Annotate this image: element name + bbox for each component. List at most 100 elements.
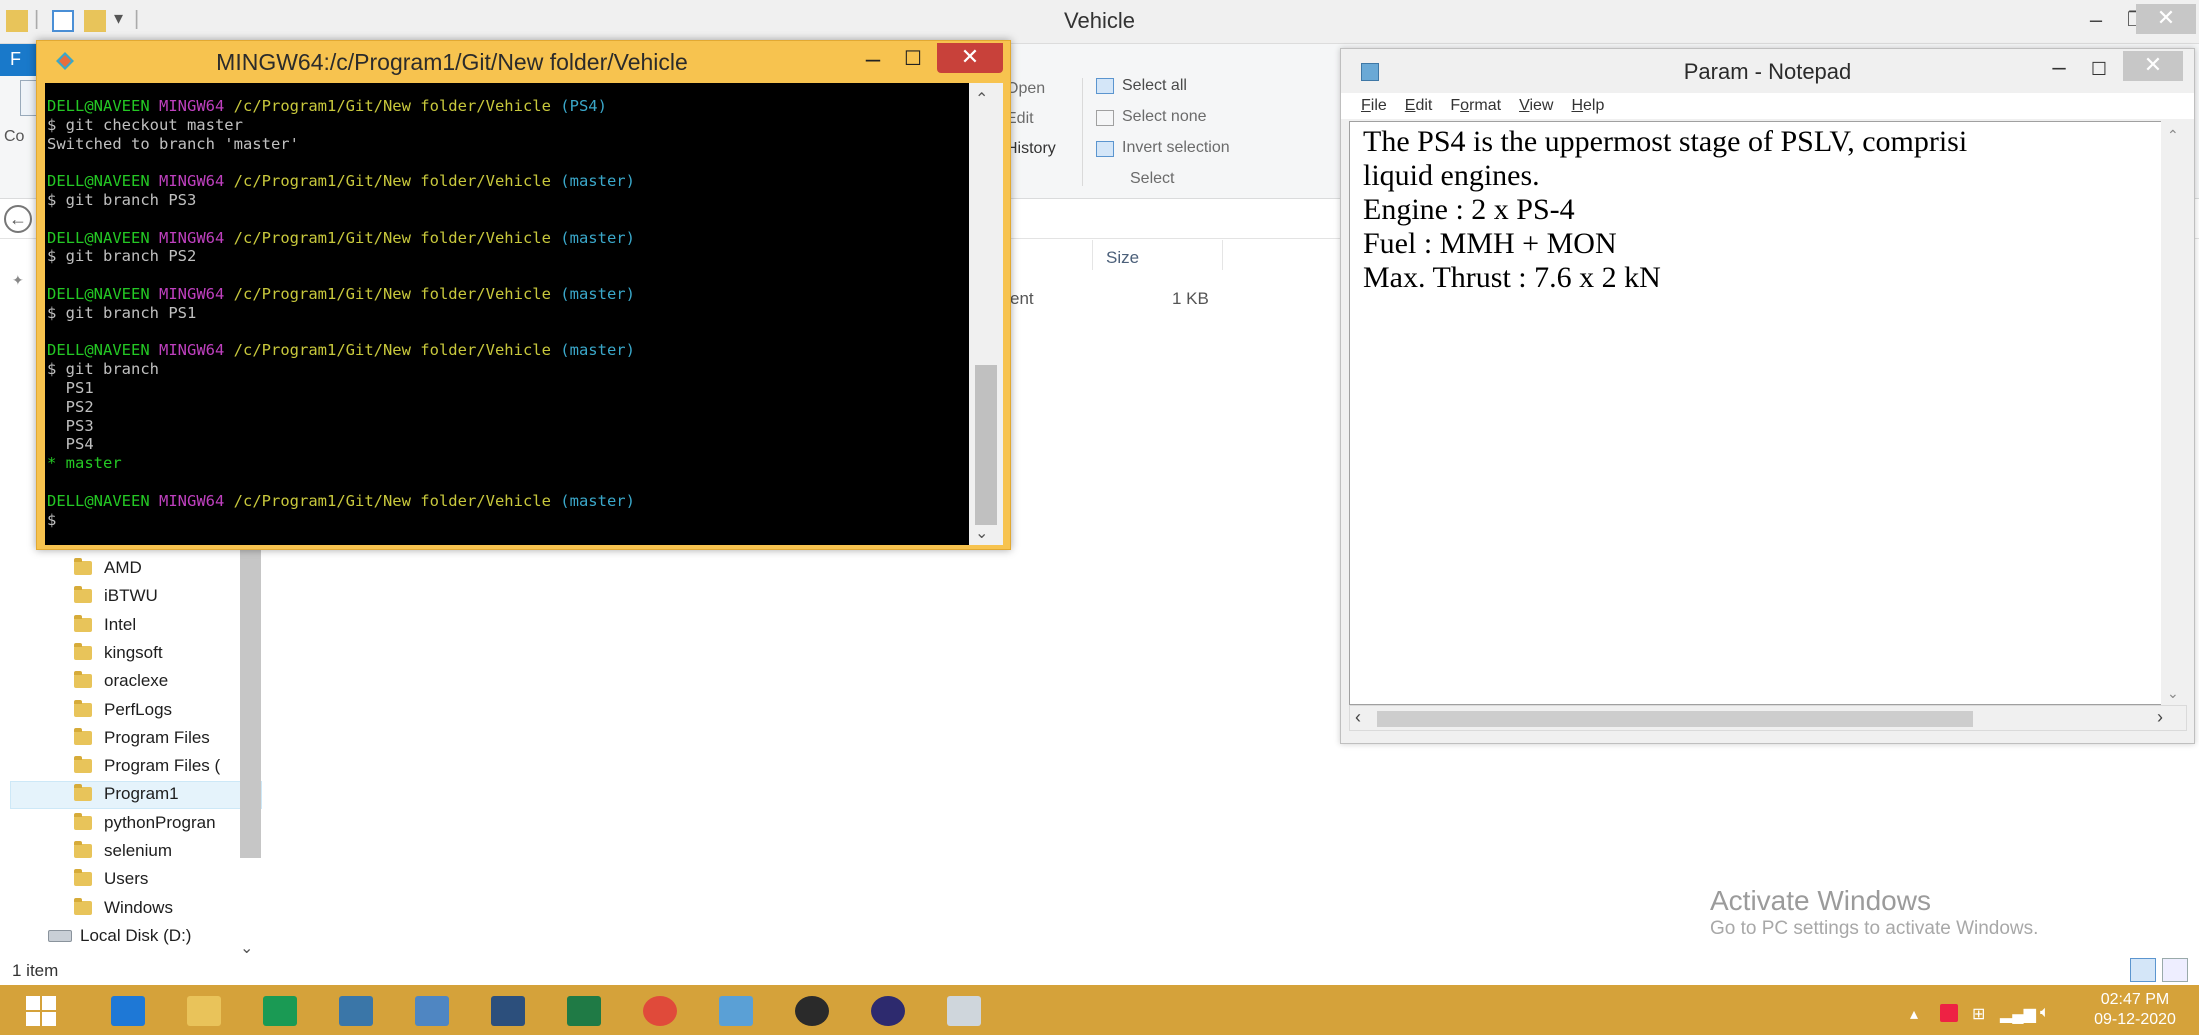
notepad-vertical-scrollbar[interactable] — [2161, 121, 2187, 705]
prompt-branch: (master) — [560, 491, 635, 510]
notepad-minimize-button[interactable]: – — [2039, 55, 2079, 85]
nav-item[interactable]: iBTWU — [74, 582, 158, 610]
network-icon[interactable]: ⊞ — [1972, 1004, 1985, 1024]
volume-icon[interactable]: 🔈︎ — [2040, 1004, 2050, 1022]
select-all-button[interactable]: Select all — [1122, 77, 1187, 95]
taskbar-app-button[interactable] — [554, 990, 614, 1032]
nav-item-label: Local Disk (D:) — [80, 926, 192, 945]
notepad-maximize-button[interactable]: ☐ — [2079, 55, 2119, 85]
nav-item[interactable]: Program1 — [74, 780, 179, 808]
terminal-line: DELL@NAVEEN MINGW64 /c/Program1/Git/New … — [47, 341, 967, 360]
nav-item[interactable]: Windows — [74, 894, 173, 922]
taskbar-app-button[interactable] — [630, 990, 690, 1032]
terminal-line: Switched to branch 'master' — [47, 135, 967, 154]
taskbar-app-button[interactable] — [934, 990, 994, 1032]
nav-item-label: Program Files — [104, 727, 210, 747]
nav-item[interactable]: kingsoft — [74, 639, 163, 667]
invert-selection-icon — [1096, 141, 1114, 157]
details-view-icon[interactable] — [2130, 958, 2156, 982]
nav-item[interactable]: selenium — [74, 837, 172, 865]
tiles-view-icon[interactable] — [2162, 958, 2188, 982]
prompt-path: /c/Program1/Git/New folder/Vehicle — [233, 341, 551, 360]
back-arrow-icon[interactable]: ← — [4, 205, 32, 233]
nav-item[interactable]: AMD — [74, 554, 142, 582]
notepad-close-button[interactable]: ✕ — [2123, 51, 2183, 81]
menu-format[interactable]: Format — [1450, 97, 1501, 115]
nav-item-label: Windows — [104, 897, 173, 917]
explorer-minimize-button[interactable]: – — [2076, 4, 2116, 40]
start-button[interactable] — [6, 990, 76, 1032]
taskbar-app-button[interactable] — [250, 990, 310, 1032]
taskbar-app-button[interactable] — [174, 990, 234, 1032]
prompt-mingw: MINGW64 — [159, 341, 225, 360]
select-all-icon — [1096, 78, 1114, 94]
notepad-horizontal-scrollbar-thumb[interactable] — [1377, 711, 1973, 727]
signal-strength-icon[interactable]: ▂▄▆ — [2000, 1004, 2036, 1024]
column-header-size[interactable]: Size — [1106, 248, 1139, 268]
taskbar-app-button[interactable] — [478, 990, 538, 1032]
history-button[interactable]: History — [1006, 140, 1056, 158]
file-size-cell[interactable]: 1 KB — [1172, 289, 1209, 309]
nav-item[interactable]: Intel — [74, 611, 136, 639]
chevron-up-icon[interactable]: ▴ — [1910, 1004, 1918, 1024]
menu-edit[interactable]: Edit — [1405, 97, 1433, 115]
bash-minimize-button[interactable]: – — [853, 45, 893, 75]
nav-item-label: Users — [104, 869, 149, 889]
terminal-line: DELL@NAVEEN MINGW64 /c/Program1/Git/New … — [47, 285, 967, 304]
chevron-down-icon[interactable]: ⌄ — [240, 938, 253, 958]
chevron-up-icon[interactable]: ⌃ — [2167, 127, 2179, 144]
clock[interactable]: 02:47 PM 09-12-2020 — [2080, 990, 2190, 1030]
menu-file[interactable]: File — [1361, 97, 1387, 115]
nav-item[interactable]: Users — [74, 865, 148, 893]
folder-icon — [74, 756, 92, 774]
nav-item[interactable]: Program Files — [74, 724, 210, 752]
open-button[interactable]: Open — [1006, 80, 1045, 98]
taskbar-app-button[interactable] — [402, 990, 462, 1032]
nav-item[interactable]: Program Files ( — [74, 752, 220, 780]
taskbar-app-button[interactable] — [858, 990, 918, 1032]
bash-close-button[interactable]: ✕ — [937, 43, 1003, 73]
copy-label[interactable]: Co — [4, 128, 24, 146]
explorer-close-button[interactable]: ✕ — [2136, 4, 2196, 34]
git-bash-title-bar[interactable]: MINGW64:/c/Program1/Git/New folder/Vehic… — [37, 41, 1010, 81]
prompt-user: DELL@NAVEEN — [47, 97, 150, 115]
terminal-output-line: PS2 — [47, 397, 94, 416]
security-warning-icon[interactable] — [1940, 1004, 1958, 1022]
terminal-line: $ — [47, 511, 967, 530]
folder-icon — [74, 558, 92, 575]
nav-pane-scrollbar[interactable] — [240, 540, 261, 858]
chevron-right-icon[interactable]: › — [2157, 707, 2163, 728]
bash-maximize-button[interactable]: ☐ — [893, 45, 933, 75]
select-none-button[interactable]: Select none — [1122, 108, 1207, 126]
nav-item-local-disk-d[interactable]: Local Disk (D:) — [48, 922, 191, 950]
nav-item-label: Program1 — [104, 784, 179, 804]
terminal-line: DELL@NAVEEN MINGW64 /c/Program1/Git/New … — [47, 97, 967, 116]
menu-help[interactable]: Help — [1571, 97, 1604, 115]
menu-view[interactable]: View — [1519, 97, 1553, 115]
notepad-line: Max. Thrust : 7.6 x 2 kN — [1363, 261, 1661, 294]
taskbar-app-button[interactable] — [782, 990, 842, 1032]
view-toggle-icons[interactable] — [2130, 958, 2190, 982]
file-type-cell[interactable]: ent — [1010, 289, 1034, 309]
notepad-line: The PS4 is the uppermost stage of PSLV, … — [1363, 125, 1968, 158]
sql-plus-icon — [491, 996, 525, 1026]
invert-selection-button[interactable]: Invert selection — [1122, 139, 1230, 157]
prompt-mingw: MINGW64 — [159, 284, 225, 303]
terminal-scrollbar-thumb[interactable] — [975, 365, 997, 525]
taskbar-app-button[interactable] — [326, 990, 386, 1032]
chevron-left-icon[interactable]: ‹ — [1355, 707, 1361, 728]
windows-logo-icon — [25, 995, 57, 1027]
chevron-down-icon[interactable]: ⌄ — [975, 523, 988, 543]
nav-item[interactable]: PerfLogs — [74, 696, 172, 724]
notepad-title-bar[interactable]: Param - Notepad – ☐ ✕ — [1341, 49, 2194, 91]
notepad-content: The PS4 is the uppermost stage of PSLV, … — [1363, 125, 2153, 295]
nav-item[interactable]: pythonProgran — [74, 809, 216, 837]
notepad-line: Engine : 2 x PS-4 — [1363, 193, 1575, 226]
nav-item-label: pythonProgran — [104, 812, 216, 832]
nav-item[interactable]: oraclexe — [74, 667, 168, 695]
chevron-up-icon[interactable]: ⌃ — [975, 89, 988, 109]
nav-item-label: AMD — [104, 558, 142, 577]
chevron-down-icon[interactable]: ⌄ — [2167, 685, 2179, 702]
taskbar-app-button[interactable] — [706, 990, 766, 1032]
taskbar-app-button[interactable] — [98, 990, 158, 1032]
